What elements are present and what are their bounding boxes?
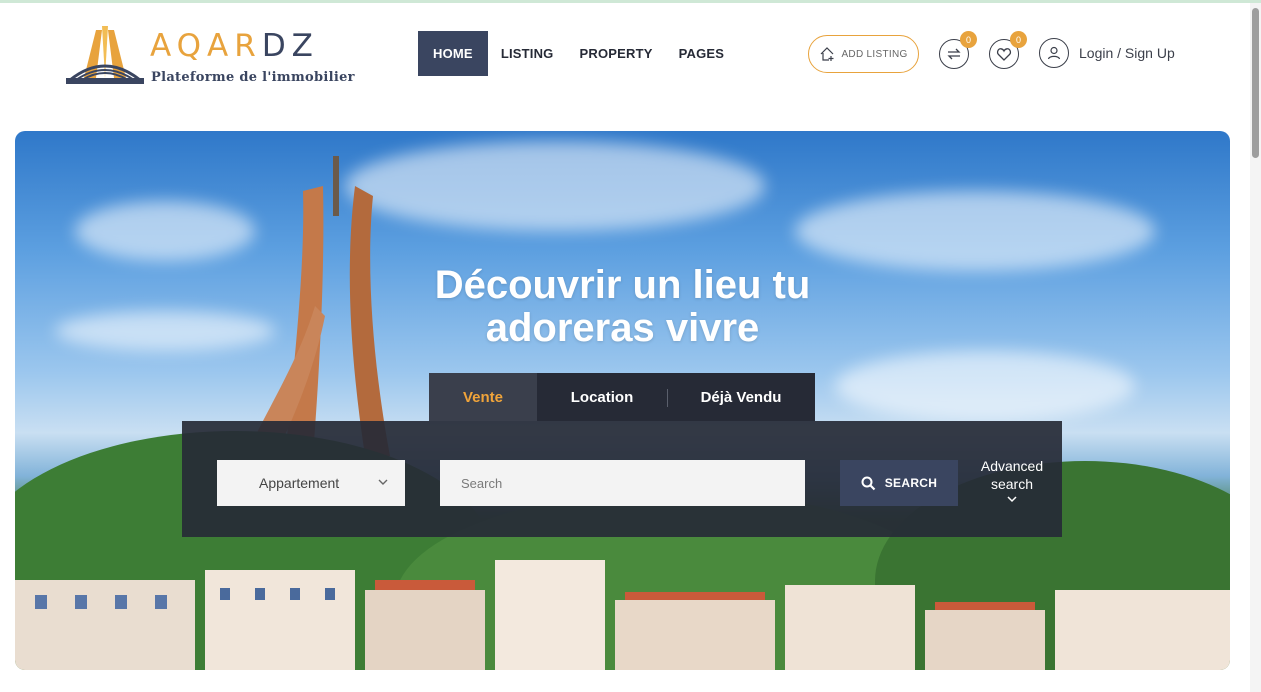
tab-location[interactable]: Location: [537, 373, 667, 421]
advanced-search-toggle[interactable]: Advanced search: [972, 457, 1052, 503]
add-listing-button[interactable]: ADD LISTING: [808, 35, 919, 73]
heart-icon: [996, 48, 1012, 61]
logo-monument-icon: [66, 26, 144, 84]
chevron-down-icon: [378, 479, 388, 485]
logo-wordmark: AQARDZ: [150, 28, 319, 64]
search-tabs: Vente Location Déjà Vendu: [429, 373, 815, 421]
compare-arrows-icon: [947, 48, 961, 60]
add-listing-label: ADD LISTING: [841, 48, 908, 60]
hero-banner: Découvrir un lieu tu adoreras vivre Vent…: [15, 131, 1230, 670]
login-signup-link[interactable]: Login / Sign Up: [1039, 38, 1175, 68]
compare-button[interactable]: 0: [939, 31, 977, 69]
browser-top-line: [0, 0, 1261, 3]
nav-home[interactable]: HOME: [418, 31, 488, 76]
town-illustration: [15, 560, 1230, 670]
hero-title-line1: Découvrir un lieu tu: [434, 263, 811, 307]
tab-divider: [667, 389, 668, 407]
hero-title-line2: adoreras vivre: [485, 306, 760, 350]
nav-property[interactable]: PROPERTY: [567, 31, 666, 76]
search-panel: Appartement SEARCH Advanced search: [182, 421, 1062, 537]
hero-title: Découvrir un lieu tu adoreras vivre: [15, 264, 1230, 350]
property-type-select[interactable]: Appartement: [217, 460, 405, 506]
search-button[interactable]: SEARCH: [840, 460, 958, 506]
user-icon: [1047, 46, 1061, 60]
property-type-value: Appartement: [259, 475, 340, 491]
page-scrollbar[interactable]: [1250, 3, 1261, 692]
scrollbar-thumb[interactable]: [1252, 8, 1259, 158]
search-button-label: SEARCH: [884, 476, 938, 490]
logo-tagline: Plateforme de l'immobilier: [151, 70, 355, 85]
login-label: Login / Sign Up: [1079, 45, 1175, 61]
tab-vente[interactable]: Vente: [429, 373, 537, 421]
chevron-down-icon: [1007, 496, 1017, 503]
tab-deja-vendu[interactable]: Déjà Vendu: [667, 373, 815, 421]
compare-count-badge: 0: [960, 31, 977, 48]
site-logo[interactable]: AQARDZ Plateforme de l'immobilier: [66, 22, 356, 88]
advanced-search-label-line2: search: [990, 476, 1034, 492]
search-icon: [861, 476, 876, 490]
tab-deja-vendu-label: Déjà Vendu: [700, 388, 782, 406]
main-nav: HOME LISTING PROPERTY PAGES: [418, 31, 737, 76]
home-plus-icon: [821, 47, 834, 61]
advanced-search-label-line1: Advanced: [980, 458, 1044, 474]
nav-listing[interactable]: LISTING: [488, 31, 567, 76]
favorites-button[interactable]: 0: [989, 31, 1027, 69]
nav-pages[interactable]: PAGES: [666, 31, 738, 76]
search-input[interactable]: [440, 460, 805, 506]
favorites-count-badge: 0: [1010, 31, 1027, 48]
user-avatar: [1039, 38, 1069, 68]
